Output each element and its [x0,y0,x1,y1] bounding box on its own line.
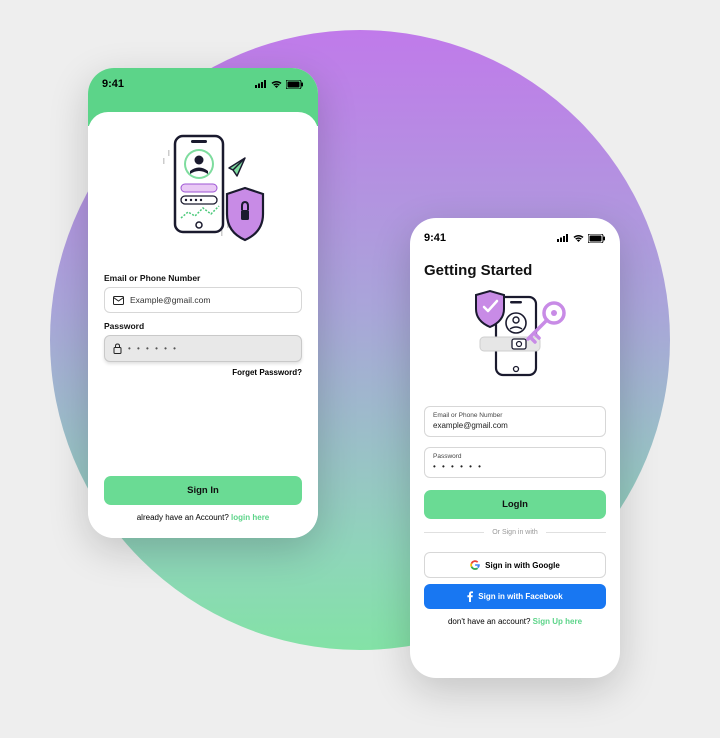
login-link[interactable]: login here [231,513,269,522]
status-time: 9:41 [102,78,124,90]
footer: already have an Account? login here [104,513,302,522]
wifi-icon [271,80,282,88]
password-label: Password [104,321,302,331]
status-icons [255,80,304,89]
divider-text: Or Sign in with [492,529,538,536]
signin-illustration [133,130,273,255]
email-field[interactable]: Email or Phone Number example@gmail.com [424,406,606,437]
battery-icon [286,80,304,89]
status-icons [557,234,606,243]
google-signin-button[interactable]: Sign in with Google [424,552,606,578]
email-field[interactable]: Example@gmail.com [104,287,302,313]
password-field[interactable]: Password • • • • • • [424,447,606,478]
google-icon [470,560,480,570]
content: Getting Started [410,244,620,678]
email-value: example@gmail.com [433,421,597,430]
status-bar: 9:41 [102,78,304,90]
signal-icon [255,80,267,88]
getting-started-screen: 9:41 Getting Started [410,218,620,678]
password-field[interactable]: • • • • • • [104,335,302,362]
facebook-icon [467,591,473,602]
signup-link[interactable]: Sign Up here [533,617,582,626]
sheet: Email or Phone Number Example@gmail.com … [88,112,318,538]
signin-button[interactable]: Sign In [104,476,302,505]
footer-text: already have an Account? [137,513,231,522]
status-bar: 9:41 [410,218,620,244]
getting-started-illustration [450,289,580,386]
email-label: Email or Phone Number [104,273,302,283]
password-value: • • • • • • [128,344,178,353]
footer-text: don't have an account? [448,617,533,626]
password-value: • • • • • • [433,462,597,471]
facebook-signin-button[interactable]: Sign in with Facebook [424,584,606,609]
lock-icon [113,343,122,354]
battery-icon [588,234,606,243]
password-label: Password [433,453,597,460]
email-placeholder: Example@gmail.com [130,295,210,305]
email-label: Email or Phone Number [433,412,597,419]
wifi-icon [573,234,584,242]
facebook-label: Sign in with Facebook [478,592,562,601]
google-label: Sign in with Google [485,561,560,570]
login-button[interactable]: LogIn [424,490,606,519]
forgot-password-link[interactable]: Forget Password? [104,368,302,377]
signin-screen: 9:41 [88,68,318,538]
status-time: 9:41 [424,232,446,244]
signal-icon [557,234,569,242]
mail-icon [113,296,124,305]
page-title: Getting Started [424,262,606,279]
divider: Or Sign in with [424,529,606,536]
footer: don't have an account? Sign Up here [424,617,606,626]
